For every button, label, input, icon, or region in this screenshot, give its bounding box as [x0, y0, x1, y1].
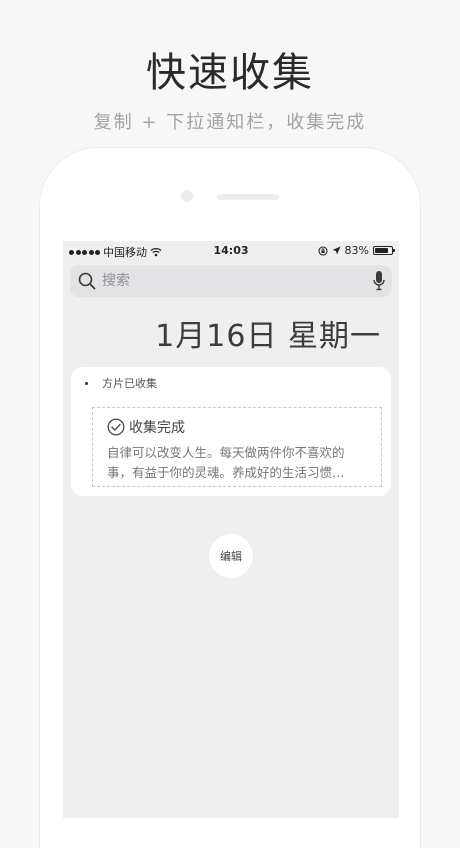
widget-card[interactable]: 方片已收集 收集完成 自律可以改变人生。每天做两件你不喜欢的事，有益于你的灵魂。…: [71, 367, 391, 496]
widget-name: 方片已收集: [102, 377, 157, 390]
date-heading: 1月16日 星期一: [155, 319, 381, 354]
edit-button[interactable]: 编辑: [209, 534, 253, 578]
promo-title: 快速收集: [146, 50, 314, 96]
widget-app-icon: [85, 381, 88, 385]
status-bar: 中国移动 14:03 83%: [63, 241, 399, 261]
orientation-lock-icon: [317, 245, 328, 256]
battery-percent: 83%: [344, 244, 369, 257]
speaker-icon: [217, 194, 279, 200]
widget-header: 方片已收集: [85, 375, 157, 391]
battery-icon: [373, 246, 395, 255]
check-circle-icon: [107, 418, 125, 436]
microphone-icon[interactable]: [373, 270, 385, 292]
collected-title: 收集完成: [129, 420, 185, 436]
phone-screen: 中国移动 14:03 83% 搜索 1月16日 星期一 方片已收集 收集完成 自…: [63, 241, 399, 818]
location-arrow-icon: [332, 246, 341, 255]
collected-item[interactable]: 收集完成 自律可以改变人生。每天做两件你不喜欢的事，有益于你的灵魂。养成好的生活…: [92, 407, 382, 487]
search-icon: [78, 272, 96, 290]
camera-icon: [181, 190, 193, 202]
collected-text: 自律可以改变人生。每天做两件你不喜欢的事，有益于你的灵魂。养成好的生活习惯…: [107, 445, 345, 480]
search-input[interactable]: [102, 265, 352, 297]
promo-subtitle: 复制 + 下拉通知栏，收集完成: [93, 112, 367, 133]
search-bar[interactable]: [70, 265, 392, 297]
